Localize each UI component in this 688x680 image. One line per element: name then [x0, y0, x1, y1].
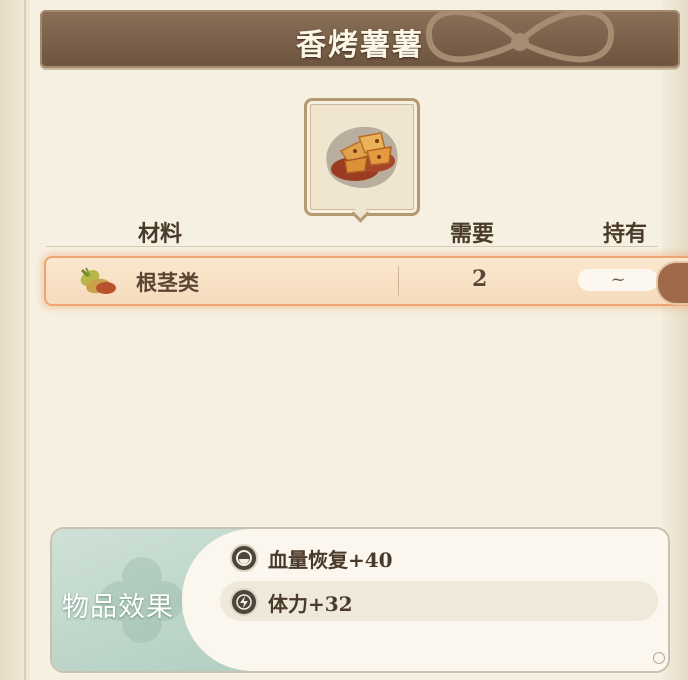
dish-item-slot[interactable] — [304, 98, 420, 216]
title-bar: 香烤薯薯 — [40, 10, 680, 68]
root-vegetable-icon — [80, 267, 116, 294]
roasted-sweet-potato-icon — [326, 126, 398, 188]
header-need: 需要 — [450, 221, 495, 247]
material-need-count: 2 — [472, 266, 488, 292]
material-have-count: ~ — [578, 269, 658, 291]
effect-row-hp: 血量恢复+40 — [220, 537, 658, 577]
item-effect-panel: 物品效果 血量恢复+40 体力+32 — [50, 527, 670, 673]
header-divider — [46, 246, 658, 247]
material-row[interactable]: 根茎类 2 ~ — [44, 256, 688, 306]
heart-restore-icon — [230, 544, 258, 572]
effect-row-stamina: 体力+32 — [220, 581, 658, 621]
effect-text: 血量恢复+40 — [268, 548, 393, 572]
material-name: 根茎类 — [136, 270, 199, 295]
page-title: 香烤薯薯 — [296, 28, 424, 63]
header-have: 持有 — [603, 221, 648, 247]
header-material: 材料 — [138, 221, 183, 247]
left-frame-border — [0, 0, 30, 680]
stamina-bolt-icon — [230, 588, 258, 616]
material-row-handle[interactable] — [656, 261, 688, 305]
column-divider — [398, 266, 399, 296]
effect-text: 体力+32 — [268, 592, 353, 616]
effect-title: 物品效果 — [62, 592, 174, 623]
corner-ornament — [653, 652, 665, 664]
